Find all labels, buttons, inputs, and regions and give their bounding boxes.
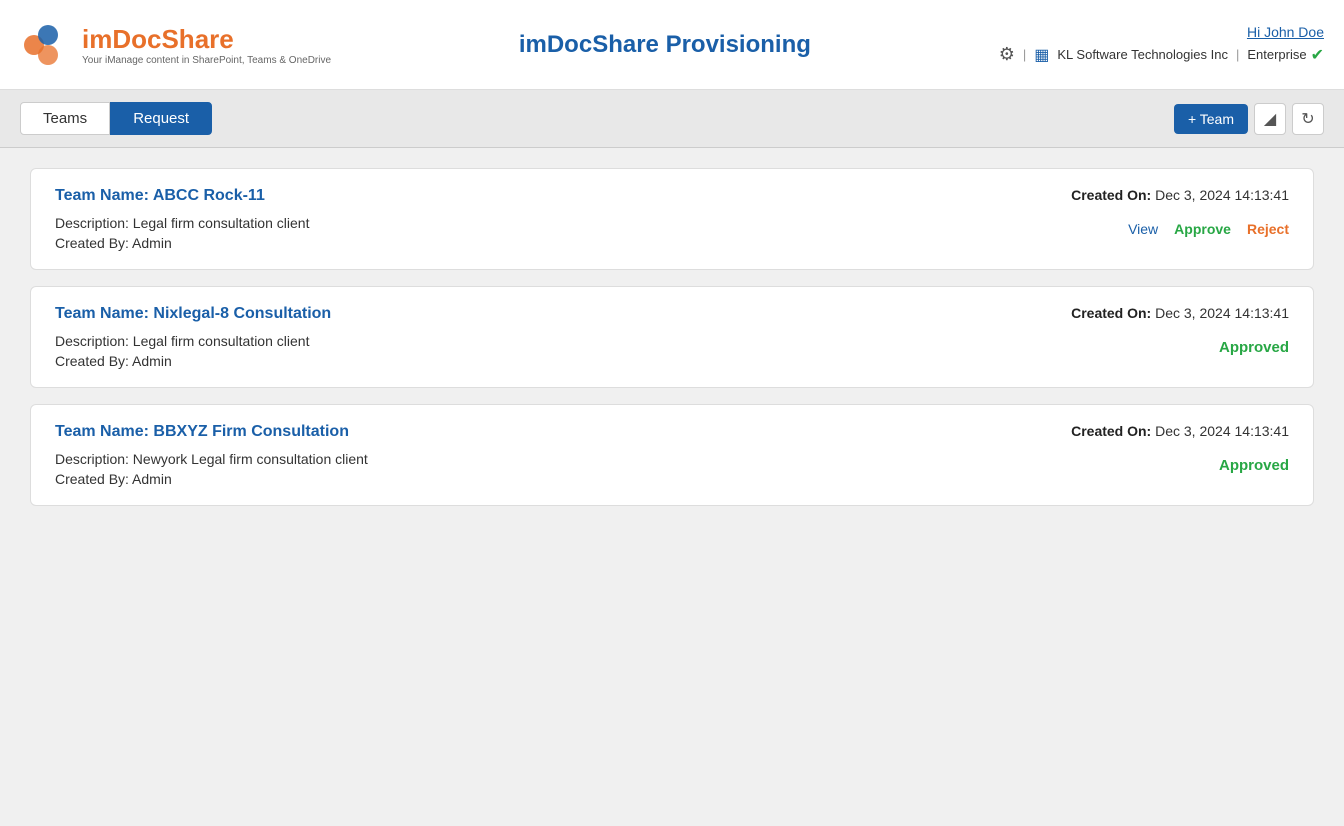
- team-name: Team Name: Nixlegal-8 Consultation: [55, 305, 1049, 323]
- team-name: Team Name: ABCC Rock-11: [55, 187, 1049, 205]
- company-icon: ▦: [1034, 45, 1049, 65]
- tabs-left: Teams Request: [20, 102, 212, 135]
- team-created-on: Created On: Dec 3, 2024 14:13:41: [1049, 423, 1289, 439]
- created-on-value: Dec 3, 2024 14:13:41: [1155, 187, 1289, 203]
- team-name: Team Name: BBXYZ Firm Consultation: [55, 423, 1049, 441]
- approve-action[interactable]: Approve: [1174, 221, 1231, 237]
- reject-action[interactable]: Reject: [1247, 221, 1289, 237]
- filter-icon: ◢: [1264, 109, 1276, 129]
- card-left: Team Name: ABCC Rock-11 Description: Leg…: [55, 187, 1049, 251]
- team-created-by: Created By: Admin: [55, 353, 1049, 369]
- separator-1: |: [1023, 47, 1026, 62]
- separator-2: |: [1236, 47, 1239, 62]
- logo-subtitle: Your iManage content in SharePoint, Team…: [82, 55, 331, 66]
- card-left: Team Name: BBXYZ Firm Consultation Descr…: [55, 423, 1049, 487]
- enterprise-check-icon: ✔: [1311, 45, 1324, 65]
- team-created-by: Created By: Admin: [55, 471, 1049, 487]
- header: imDocShare Your iManage content in Share…: [0, 0, 1344, 90]
- team-card: Team Name: BBXYZ Firm Consultation Descr…: [30, 404, 1314, 506]
- main-content: Team Name: ABCC Rock-11 Description: Leg…: [0, 148, 1344, 542]
- created-on-value: Dec 3, 2024 14:13:41: [1155, 423, 1289, 439]
- card-actions: Approved: [1049, 457, 1289, 474]
- logo-doc: Doc: [112, 24, 161, 54]
- logo-share: Share: [161, 24, 233, 54]
- tab-request[interactable]: Request: [110, 102, 212, 135]
- logo-text: imDocShare Your iManage content in Share…: [82, 24, 331, 66]
- logo-icon: [20, 19, 72, 71]
- card-actions: View Approve Reject: [1049, 221, 1289, 237]
- view-action[interactable]: View: [1128, 221, 1158, 237]
- tabs-bar: Teams Request + Team ◢ ↻: [0, 90, 1344, 148]
- company-name: KL Software Technologies Inc: [1057, 47, 1228, 62]
- app-title: imDocShare Provisioning: [331, 31, 999, 59]
- team-description: Description: Newyork Legal firm consulta…: [55, 451, 1049, 467]
- team-description: Description: Legal firm consultation cli…: [55, 333, 1049, 349]
- filter-button[interactable]: ◢: [1254, 103, 1286, 135]
- team-description: Description: Legal firm consultation cli…: [55, 215, 1049, 231]
- card-left: Team Name: Nixlegal-8 Consultation Descr…: [55, 305, 1049, 369]
- refresh-icon: ↻: [1301, 109, 1314, 129]
- settings-icon[interactable]: ⚙: [999, 44, 1015, 65]
- card-right: Created On: Dec 3, 2024 14:13:41 Approve…: [1049, 423, 1289, 474]
- team-card: Team Name: ABCC Rock-11 Description: Leg…: [30, 168, 1314, 270]
- approved-status: Approved: [1219, 339, 1289, 356]
- user-greeting[interactable]: Hi John Doe: [1247, 24, 1324, 40]
- add-team-button[interactable]: + Team: [1174, 104, 1248, 134]
- header-right: Hi John Doe ⚙ | ▦ KL Software Technologi…: [999, 24, 1324, 65]
- card-right: Created On: Dec 3, 2024 14:13:41 View Ap…: [1049, 187, 1289, 237]
- created-on-label: Created On:: [1071, 305, 1151, 321]
- tab-teams[interactable]: Teams: [20, 102, 110, 135]
- logo-title: imDocShare: [82, 24, 331, 55]
- created-on-label: Created On:: [1071, 423, 1151, 439]
- created-on-value: Dec 3, 2024 14:13:41: [1155, 305, 1289, 321]
- team-card: Team Name: Nixlegal-8 Consultation Descr…: [30, 286, 1314, 388]
- logo-im: im: [82, 24, 112, 54]
- team-created-on: Created On: Dec 3, 2024 14:13:41: [1049, 305, 1289, 321]
- enterprise-badge: Enterprise ✔: [1247, 45, 1324, 65]
- refresh-button[interactable]: ↻: [1292, 103, 1324, 135]
- header-meta: ⚙ | ▦ KL Software Technologies Inc | Ent…: [999, 44, 1324, 65]
- team-created-by: Created By: Admin: [55, 235, 1049, 251]
- card-actions: Approved: [1049, 339, 1289, 356]
- tabs-right: + Team ◢ ↻: [1174, 103, 1324, 135]
- approved-status: Approved: [1219, 457, 1289, 474]
- card-right: Created On: Dec 3, 2024 14:13:41 Approve…: [1049, 305, 1289, 356]
- enterprise-label: Enterprise: [1247, 47, 1306, 62]
- logo-area: imDocShare Your iManage content in Share…: [20, 19, 331, 71]
- created-on-label: Created On:: [1071, 187, 1151, 203]
- team-created-on: Created On: Dec 3, 2024 14:13:41: [1049, 187, 1289, 203]
